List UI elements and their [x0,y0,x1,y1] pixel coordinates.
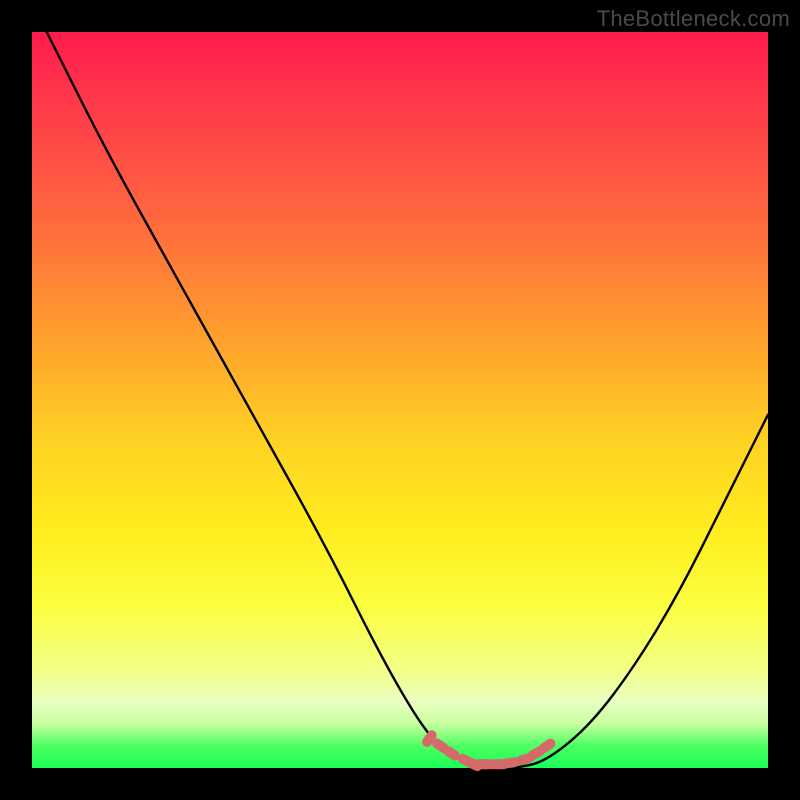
curve-layer [32,32,768,768]
bottleneck-curve [47,32,768,768]
plot-area [32,32,768,768]
highlight-markers [420,728,557,772]
chart-frame: TheBottleneck.com [0,0,800,800]
watermark-text: TheBottleneck.com [597,6,790,32]
